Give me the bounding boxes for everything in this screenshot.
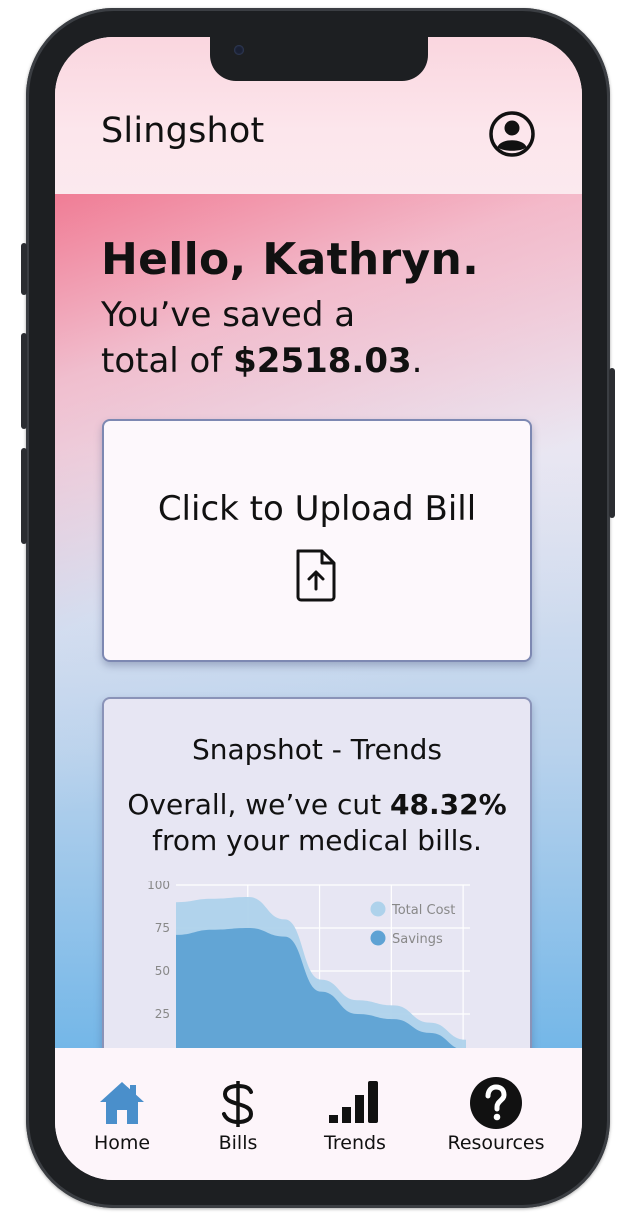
main-content: Hello, Kathryn. You’ve saved a total of … [55,194,582,1117]
profile-icon[interactable] [488,110,536,158]
tab-trends-label: Trends [324,1132,386,1154]
trends-summary-percent: 48.32% [390,788,507,821]
trends-card-title: Snapshot - Trends [191,733,443,766]
greeting-heading: Hello, Kathryn. [101,234,480,285]
legend-label: Savings [392,932,443,947]
question-circle-icon [470,1077,522,1129]
volume-down-button [21,448,27,544]
upload-bill-label: Click to Upload Bill [157,489,477,529]
front-camera [234,45,244,55]
tab-resources[interactable]: Resources [440,1048,552,1180]
savings-suffix: . [411,341,423,381]
app-title: Slingshot [101,111,265,151]
savings-prefix: total of [101,341,223,381]
bottom-tab-bar: Home Bills Trends Resources [55,1048,582,1180]
bar-chart-icon [329,1081,378,1123]
y-tick-label: 25 [155,1007,170,1021]
y-tick-label: 75 [155,921,170,935]
notch [210,37,428,81]
trends-summary-prefix: Overall, we’ve cut [127,788,382,821]
home-icon [100,1082,144,1124]
mute-switch [21,243,27,295]
tab-trends[interactable]: Trends [313,1048,397,1180]
savings-amount: $2518.03 [233,341,412,381]
y-tick-label: 50 [155,964,170,978]
volume-up-button [21,333,27,429]
trends-summary-suffix: from your medical bills. [152,824,482,857]
legend-swatch [370,930,386,946]
tab-bills-label: Bills [218,1132,258,1154]
tab-bills[interactable]: Bills [198,1048,278,1180]
app-screen: Slingshot Hello, Kathryn. You’ve saved a… [55,37,582,1180]
savings-line-1: You’ve saved a [101,295,356,335]
savings-line-2: total of $2518.03. [101,341,422,381]
y-tick-label: 100 [147,881,170,892]
file-upload-icon [296,549,336,602]
upload-bill-card[interactable]: Click to Upload Bill [102,419,532,662]
tab-resources-label: Resources [447,1132,545,1154]
tab-home-label: Home [93,1132,151,1154]
legend-swatch [370,901,386,917]
trends-summary: Overall, we’ve cut 48.32% from your medi… [104,787,530,859]
tab-home[interactable]: Home [77,1048,167,1180]
dollar-icon [222,1081,254,1127]
power-button [609,368,615,518]
legend-label: Total Cost [391,903,455,918]
